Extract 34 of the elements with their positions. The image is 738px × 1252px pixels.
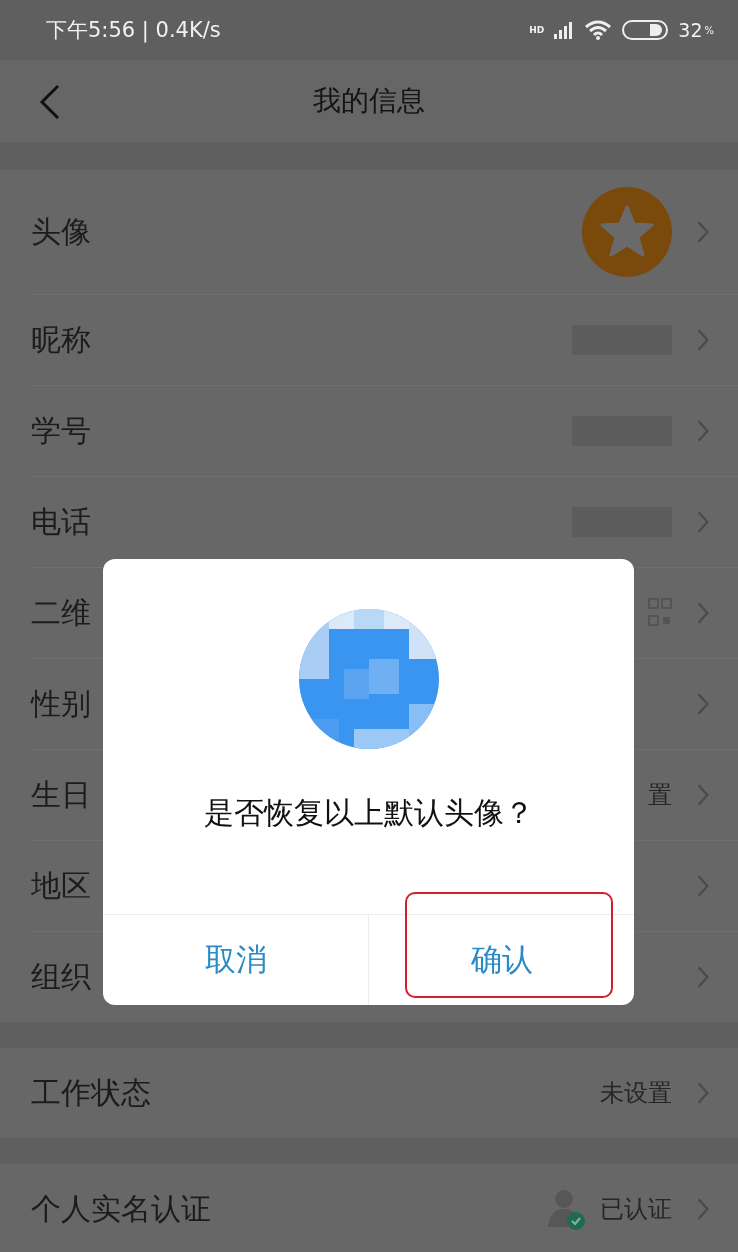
chevron-icon	[696, 510, 710, 534]
network-label: HD	[529, 25, 545, 35]
chevron-icon	[696, 220, 710, 244]
dialog-message: 是否恢复以上默认头像？	[203, 795, 534, 831]
row-label[interactable]: 昵称	[31, 319, 558, 361]
row-label[interactable]: 工作状态	[31, 1072, 586, 1114]
chevron-icon	[696, 601, 710, 625]
row-label[interactable]: 学号	[31, 410, 558, 452]
page-title: 我的信息	[313, 83, 425, 119]
row-label[interactable]: 个人实名认证	[31, 1188, 532, 1230]
row-value: 已认证	[600, 1194, 672, 1225]
row-label[interactable]: 电话	[31, 501, 558, 543]
chevron-icon	[696, 419, 710, 443]
row-value: 未设置	[600, 1078, 672, 1109]
dialog-button[interactable]: 确认	[368, 915, 634, 1005]
percent-sign: %	[704, 24, 714, 36]
battery-icon	[622, 20, 669, 40]
back-icon[interactable]	[38, 84, 62, 120]
row-value: 置	[648, 780, 672, 811]
status-time: 下午5:56 | 0.4K/s	[46, 17, 221, 44]
row-label[interactable]: 头像	[31, 211, 568, 253]
star-avatar-icon	[582, 187, 672, 277]
chevron-icon	[696, 692, 710, 716]
chevron-icon	[696, 965, 710, 989]
battery-level: 32	[678, 19, 703, 41]
chevron-icon	[696, 328, 710, 352]
chevron-icon	[696, 874, 710, 898]
verified-user-icon	[546, 1187, 586, 1231]
chevron-icon	[696, 1197, 710, 1221]
dialog-button[interactable]: 取消	[103, 915, 368, 1005]
wifi-icon	[584, 20, 613, 40]
chevron-icon	[696, 1081, 710, 1105]
chevron-icon	[696, 783, 710, 807]
signal-icon	[554, 21, 575, 39]
